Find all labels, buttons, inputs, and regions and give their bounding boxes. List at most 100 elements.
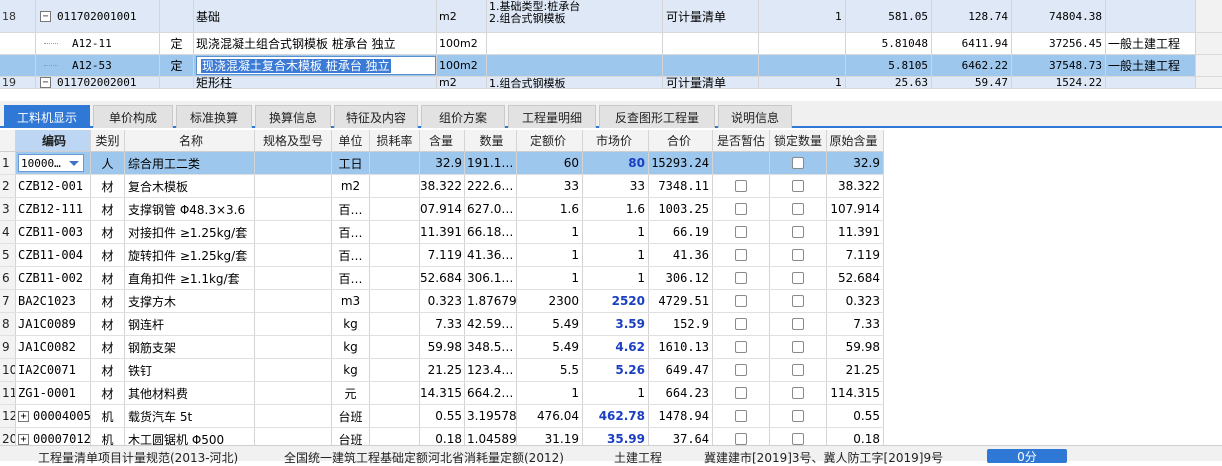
material-name[interactable]: 其他材料费 xyxy=(125,382,255,404)
material-code[interactable]: CZB12-001 xyxy=(16,175,91,197)
material-category[interactable]: 机 xyxy=(91,405,125,427)
material-quantity[interactable]: 41.36… xyxy=(465,244,517,266)
material-code[interactable]: +00004005 xyxy=(16,405,91,427)
scrollbar-area[interactable] xyxy=(1196,55,1222,76)
material-category[interactable]: 材 xyxy=(91,198,125,220)
header-market-price[interactable]: 市场价 xyxy=(583,130,649,151)
grid-row[interactable]: 3CZB12-111材支撑钢管 Φ48.3×3.6百…107.914627.0…… xyxy=(0,198,884,221)
material-loss-rate[interactable] xyxy=(370,359,420,381)
material-category[interactable]: 材 xyxy=(91,359,125,381)
material-code[interactable]: CZB12-111 xyxy=(16,198,91,220)
material-name[interactable]: 复合木模板 xyxy=(125,175,255,197)
material-spec[interactable] xyxy=(255,405,332,427)
item-features[interactable]: 1.基础类型:桩承台 2.组合式钢模板 xyxy=(487,0,663,32)
header-lock-qty[interactable]: 锁定数量 xyxy=(770,130,827,151)
material-loss-rate[interactable] xyxy=(370,405,420,427)
material-loss-rate[interactable] xyxy=(370,313,420,335)
header-spec[interactable]: 规格及型号 xyxy=(255,130,332,151)
material-spec[interactable] xyxy=(255,244,332,266)
material-quantity[interactable]: 664.2… xyxy=(465,382,517,404)
header-loss-rate[interactable]: 损耗率 xyxy=(370,130,420,151)
header-content[interactable]: 含量 xyxy=(420,130,465,151)
chevron-down-icon[interactable] xyxy=(69,160,79,166)
material-spec[interactable] xyxy=(255,359,332,381)
material-spec[interactable] xyxy=(255,175,332,197)
tab-quantity-detail[interactable]: 工程量明细 xyxy=(508,105,596,128)
material-quantity[interactable]: 66.18… xyxy=(465,221,517,243)
provisional-cell[interactable] xyxy=(713,290,770,312)
lock-quantity-cell[interactable] xyxy=(770,152,827,174)
material-spec[interactable] xyxy=(255,428,332,445)
material-quantity[interactable]: 3.19578 xyxy=(465,405,517,427)
status-policy-doc[interactable]: 冀建建市[2019]3号、冀人防工字[2019]9号 xyxy=(704,449,943,466)
lock-quantity-cell[interactable] xyxy=(770,290,827,312)
material-spec[interactable] xyxy=(255,267,332,289)
provisional-checkbox[interactable] xyxy=(735,410,747,422)
lock-quantity-cell[interactable] xyxy=(770,382,827,404)
header-name[interactable]: 名称 xyxy=(125,130,255,151)
material-unit[interactable]: 百… xyxy=(332,198,370,220)
provisional-cell[interactable] xyxy=(713,382,770,404)
material-spec[interactable] xyxy=(255,382,332,404)
material-category[interactable]: 材 xyxy=(91,336,125,358)
grid-row-selected[interactable]: 1 10000… 人综合用工二类 工日 32.9 191.1… 60 80 15293.24 32… xyxy=(0,152,884,175)
item-name[interactable]: 现浇混凝土组合式钢模板 桩承台 独立 xyxy=(194,33,437,54)
tab-description[interactable]: 说明信息 xyxy=(718,105,792,128)
material-loss-rate[interactable] xyxy=(370,290,420,312)
provisional-cell[interactable] xyxy=(713,267,770,289)
status-major[interactable]: 土建工程 xyxy=(614,449,662,466)
material-loss-rate[interactable] xyxy=(370,267,420,289)
material-quantity[interactable]: 1.87679 xyxy=(465,290,517,312)
material-code[interactable]: JA1C0089 xyxy=(16,313,91,335)
grid-row[interactable]: 7 BA2C1023 材支撑方木 m3 0.323 1.87679 2300 2520 4729… xyxy=(0,290,884,313)
material-content[interactable]: 59.98 xyxy=(420,336,465,358)
material-unit[interactable]: kg xyxy=(332,313,370,335)
grid-row[interactable]: 9 JA1C0082 材钢筋支架 kg 59.98 348.5… 5.49 4.62 1610.… xyxy=(0,336,884,359)
provisional-cell[interactable] xyxy=(713,221,770,243)
tab-material-display[interactable]: 工料机显示 xyxy=(4,105,90,128)
material-content[interactable]: 7.119 xyxy=(420,244,465,266)
item-name-selected-text[interactable]: 现浇混凝土复合木模板 桩承台 独立 xyxy=(201,59,391,73)
header-category[interactable]: 类别 xyxy=(91,130,125,151)
status-bill-standard[interactable]: 工程量清单项目计量规范(2013-河北) xyxy=(38,449,238,466)
expand-icon[interactable]: + xyxy=(18,410,29,422)
provisional-checkbox[interactable] xyxy=(735,387,747,399)
table-row[interactable]: 19 − 011702002001 矩形柱 m2 1.组合式钢模板 可计量清单 … xyxy=(0,77,1222,89)
grid-row[interactable]: 10 IA2C0071 材铁钉 kg 21.25 123.4… 5.5 5.26 649.47 2… xyxy=(0,359,884,382)
lock-quantity-checkbox[interactable] xyxy=(792,157,804,169)
status-quota-standard[interactable]: 全国统一建筑工程基础定额河北省消耗量定额(2012) xyxy=(284,449,564,466)
header-code[interactable]: 编码 xyxy=(16,130,91,151)
material-name[interactable]: 支撑方木 xyxy=(125,290,255,312)
header-unit[interactable]: 单位 xyxy=(332,130,370,151)
material-market-price[interactable]: 1 xyxy=(583,221,649,243)
material-unit[interactable]: m2 xyxy=(332,175,370,197)
tab-pricing-scheme[interactable]: 组价方案 xyxy=(421,105,505,128)
item-name[interactable]: 矩形柱 xyxy=(194,77,437,88)
grid-row[interactable]: 8 JA1C0089 材钢连杆 kg 7.33 42.59… 5.49 3.59 152.9 7.… xyxy=(0,313,884,336)
material-category[interactable]: 机 xyxy=(91,428,125,445)
tab-graphic-quantity[interactable]: 反查图形工程量 xyxy=(599,105,715,128)
material-content[interactable]: 107.914 xyxy=(420,198,465,220)
expand-icon[interactable]: + xyxy=(18,433,29,445)
material-name[interactable]: 综合用工二类 xyxy=(125,152,255,174)
material-name[interactable]: 铁钉 xyxy=(125,359,255,381)
provisional-cell[interactable] xyxy=(713,198,770,220)
scrollbar-area[interactable] xyxy=(1196,77,1222,88)
material-quantity[interactable]: 191.1… xyxy=(465,152,517,174)
provisional-checkbox[interactable] xyxy=(735,272,747,284)
item-name-editor[interactable]: 现浇混凝土复合木模板 桩承台 独立 xyxy=(196,56,436,75)
material-unit[interactable]: kg xyxy=(332,359,370,381)
item-unit[interactable]: 100m2 xyxy=(437,33,487,54)
material-unit[interactable]: 元 xyxy=(332,382,370,404)
grid-row[interactable]: 4 CZB11-003 材对接扣件 ≥1.25kg/套 百… 11.391 66.18… 1… xyxy=(0,221,884,244)
material-market-price[interactable]: 1 xyxy=(583,267,649,289)
material-category[interactable]: 材 xyxy=(91,244,125,266)
provisional-cell[interactable] xyxy=(713,359,770,381)
material-unit[interactable]: 台班 xyxy=(332,405,370,427)
item-quantity[interactable]: 1 xyxy=(759,0,846,32)
material-code[interactable]: BA2C1023 xyxy=(16,290,91,312)
provisional-cell[interactable] xyxy=(713,336,770,358)
item-features[interactable] xyxy=(487,33,663,54)
lock-quantity-checkbox[interactable] xyxy=(792,226,804,238)
lock-quantity-cell[interactable] xyxy=(770,359,827,381)
